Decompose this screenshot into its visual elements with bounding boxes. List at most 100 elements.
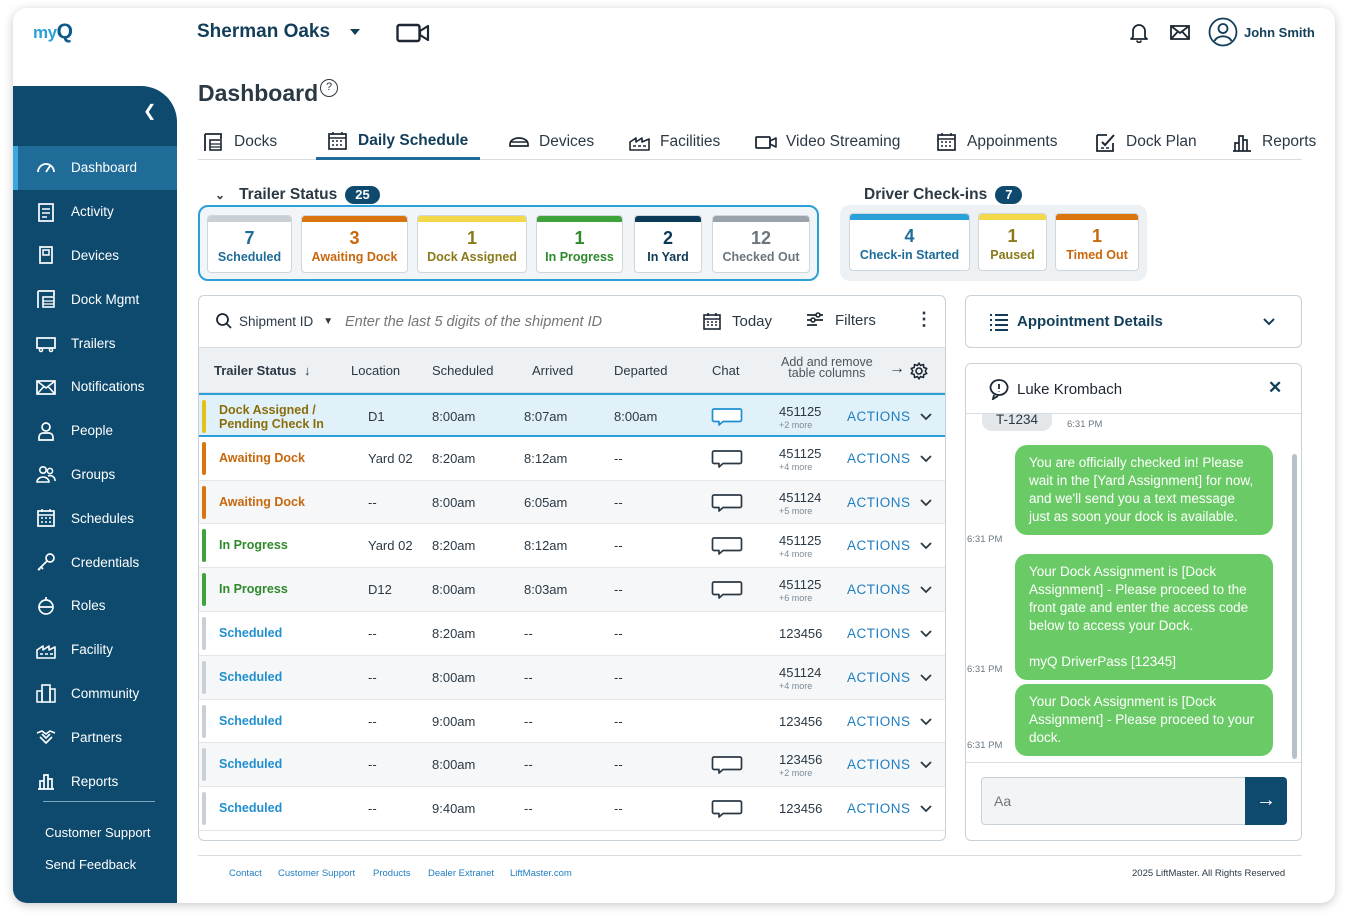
- footer-link-liftmaster-com[interactable]: LiftMaster.com: [510, 868, 572, 879]
- chat-message-input[interactable]: [981, 777, 1245, 825]
- sidebar-item-schedules[interactable]: Schedules: [13, 496, 177, 540]
- row-actions-button[interactable]: ACTIONS: [847, 626, 911, 641]
- tab-reports[interactable]: Reports: [1230, 124, 1316, 160]
- avatar[interactable]: [1208, 17, 1238, 47]
- user-name[interactable]: John Smith: [1244, 25, 1315, 40]
- table-row[interactable]: Awaiting Dock -- 8:00am 6:05am -- 451124 +5 mo…: [199, 480, 945, 525]
- sidebar-item-devices[interactable]: Devices: [13, 234, 177, 278]
- chevron-down-icon[interactable]: [350, 29, 360, 35]
- sidebar-item-partners[interactable]: Partners: [13, 715, 177, 759]
- chevron-down-icon[interactable]: [919, 627, 933, 641]
- table-row[interactable]: In Progress Yard 02 8:20am 8:12am -- 451125 +4…: [199, 524, 945, 569]
- send-button[interactable]: →: [1245, 777, 1287, 825]
- table-row[interactable]: Scheduled -- 9:40am -- -- 123456 ACTIONS: [199, 787, 945, 831]
- add-remove-columns-label[interactable]: Add and remove table columns: [781, 356, 873, 380]
- table-row[interactable]: Scheduled -- 8:20am -- -- 123456 ACTIONS: [199, 612, 945, 656]
- chat-icon[interactable]: [711, 755, 743, 775]
- mail-icon[interactable]: [1169, 21, 1191, 43]
- status-card-timed-out[interactable]: 1 Timed Out: [1055, 213, 1139, 271]
- table-row[interactable]: Scheduled -- 8:00am -- -- 451124 +4 more ACTION…: [199, 655, 945, 700]
- chevron-down-icon[interactable]: [919, 496, 933, 510]
- more-options-icon[interactable]: ⋮: [915, 309, 933, 330]
- close-icon[interactable]: ✕: [1268, 378, 1282, 398]
- chat-scrollbar[interactable]: [1292, 454, 1297, 759]
- tab-appoinments[interactable]: Appoinments: [935, 124, 1057, 160]
- chat-icon[interactable]: [711, 407, 743, 427]
- tab-docks[interactable]: Docks: [202, 124, 277, 160]
- row-actions-button[interactable]: ACTIONS: [847, 757, 911, 772]
- help-icon[interactable]: ?: [320, 79, 338, 97]
- date-picker[interactable]: Today: [702, 311, 772, 331]
- sidebar-item-community[interactable]: Community: [13, 672, 177, 716]
- chevron-down-icon[interactable]: ⌄: [215, 188, 225, 202]
- header-location[interactable]: Location: [351, 363, 400, 378]
- tab-video-streaming[interactable]: Video Streaming: [754, 124, 900, 160]
- sidebar-item-activity[interactable]: Activity: [13, 190, 177, 234]
- shipment-search-input[interactable]: [345, 310, 685, 334]
- chevron-down-icon[interactable]: [919, 758, 933, 772]
- chat-icon[interactable]: [711, 493, 743, 513]
- footer-link-products[interactable]: Products: [373, 868, 411, 879]
- header-arrived[interactable]: Arrived: [532, 363, 573, 378]
- search-field-selector[interactable]: Shipment ID ▼: [215, 312, 333, 330]
- table-row[interactable]: Scheduled -- 9:00am -- -- 123456 ACTIONS: [199, 699, 945, 744]
- arrow-right-icon[interactable]: →: [889, 360, 905, 378]
- chat-icon[interactable]: [711, 449, 743, 469]
- chevron-down-icon[interactable]: [919, 583, 933, 597]
- row-actions-button[interactable]: ACTIONS: [847, 409, 911, 424]
- send-feedback-link[interactable]: Send Feedback: [45, 857, 136, 872]
- sidebar-item-dock-mgmt[interactable]: Dock Mgmt: [13, 277, 177, 321]
- row-actions-button[interactable]: ACTIONS: [847, 495, 911, 510]
- sidebar-item-groups[interactable]: Groups: [13, 453, 177, 497]
- appointment-details-panel[interactable]: Appointment Details: [965, 295, 1302, 348]
- customer-support-link[interactable]: Customer Support: [45, 825, 151, 840]
- chevron-down-icon[interactable]: [919, 539, 933, 553]
- sidebar-item-roles[interactable]: Roles: [13, 584, 177, 628]
- chevron-down-icon[interactable]: [919, 410, 933, 424]
- row-actions-button[interactable]: ACTIONS: [847, 582, 911, 597]
- chat-icon[interactable]: [711, 580, 743, 600]
- chevron-down-icon[interactable]: [919, 671, 933, 685]
- table-row[interactable]: Scheduled -- 8:00am -- -- 123456 +2 more ACTION…: [199, 743, 945, 788]
- chat-icon[interactable]: [711, 799, 743, 819]
- status-card-in-yard[interactable]: 2 In Yard: [634, 215, 702, 273]
- sidebar-item-notifications[interactable]: Notifications: [13, 365, 177, 409]
- table-row[interactable]: In Progress D12 8:00am 8:03am -- 451125 +6 mor…: [199, 568, 945, 612]
- footer-link-customer-support[interactable]: Customer Support: [278, 868, 355, 879]
- status-card-check-in-started[interactable]: 4 Check-in Started: [849, 213, 970, 271]
- row-actions-button[interactable]: ACTIONS: [847, 451, 911, 466]
- tab-devices[interactable]: Devices: [507, 124, 594, 160]
- chevron-down-icon[interactable]: [919, 802, 933, 816]
- tab-facilities[interactable]: Facilities: [628, 124, 720, 160]
- video-camera-icon[interactable]: [396, 23, 430, 43]
- chat-icon[interactable]: [711, 536, 743, 556]
- status-card-awaiting-dock[interactable]: 3 Awaiting Dock: [301, 215, 408, 273]
- header-trailer-status[interactable]: Trailer Status ↓: [214, 363, 311, 378]
- tab-daily-schedule[interactable]: Daily Schedule: [316, 124, 481, 160]
- trailer-status-header[interactable]: ⌄ Trailer Status 25: [215, 186, 380, 204]
- location-selector[interactable]: Sherman Oaks: [197, 21, 330, 43]
- status-card-dock-assigned[interactable]: 1 Dock Assigned: [417, 215, 527, 273]
- table-row[interactable]: Dock Assigned / Pending Check In D1 8:00am 8…: [199, 393, 945, 437]
- gear-icon[interactable]: [909, 361, 929, 381]
- tab-dock-plan[interactable]: Dock Plan: [1094, 124, 1197, 160]
- row-actions-button[interactable]: ACTIONS: [847, 801, 911, 816]
- row-actions-button[interactable]: ACTIONS: [847, 538, 911, 553]
- filters-button[interactable]: Filters: [805, 311, 876, 329]
- sidebar-item-trailers[interactable]: Trailers: [13, 321, 177, 365]
- footer-link-dealer-extranet[interactable]: Dealer Extranet: [428, 868, 494, 879]
- table-row[interactable]: Awaiting Dock Yard 02 8:20am 8:12am -- 451125…: [199, 436, 945, 481]
- sidebar-item-credentials[interactable]: Credentials: [13, 540, 177, 584]
- collapse-sidebar-icon[interactable]: ❮: [143, 101, 156, 121]
- sidebar-item-people[interactable]: People: [13, 409, 177, 453]
- bell-icon[interactable]: [1128, 21, 1150, 43]
- footer-link-contact[interactable]: Contact: [229, 868, 262, 879]
- status-card-in-progress[interactable]: 1 In Progress: [536, 215, 623, 273]
- sidebar-item-dashboard[interactable]: Dashboard: [13, 146, 177, 190]
- status-card-checked-out[interactable]: 12 Checked Out: [712, 215, 810, 273]
- header-departed[interactable]: Departed: [614, 363, 667, 378]
- row-actions-button[interactable]: ACTIONS: [847, 670, 911, 685]
- chevron-down-icon[interactable]: [919, 452, 933, 466]
- sidebar-item-facility[interactable]: Facility: [13, 628, 177, 672]
- myq-logo[interactable]: myQ: [33, 20, 73, 44]
